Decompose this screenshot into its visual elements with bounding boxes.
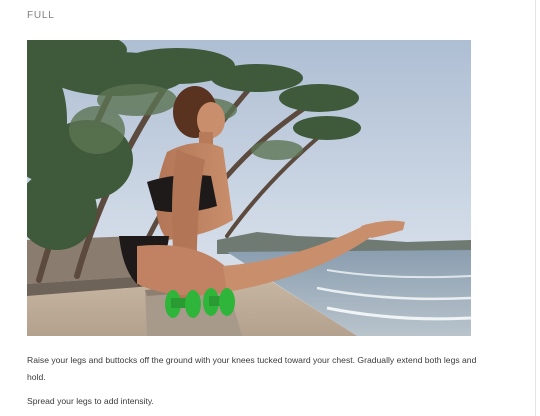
exercise-description: Raise your legs and buttocks off the gro… bbox=[27, 355, 477, 382]
exercise-panel: FULL Raise your legs and buttocks off th… bbox=[0, 0, 536, 416]
exercise-photo bbox=[27, 40, 471, 336]
section-label: FULL bbox=[27, 10, 55, 21]
exercise-tip: Spread your legs to add intensity. bbox=[27, 396, 154, 406]
